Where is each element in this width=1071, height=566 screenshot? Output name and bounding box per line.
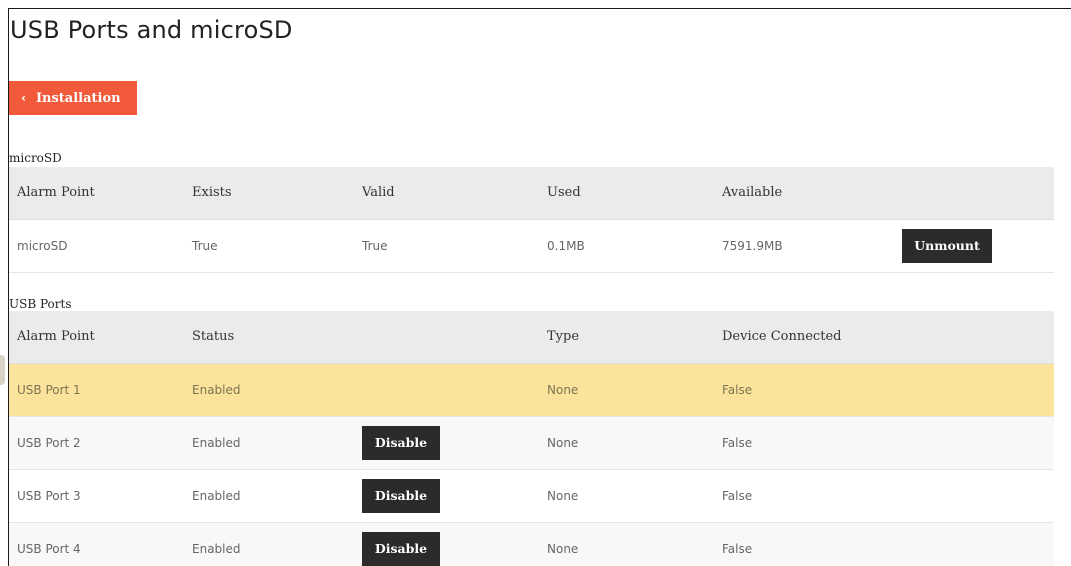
microsd-table: Alarm Point Exists Valid Used Available … bbox=[9, 167, 1054, 273]
page-title: USB Ports and microSD bbox=[10, 16, 293, 44]
status-value: Enabled bbox=[184, 416, 354, 470]
disable-button[interactable]: Disable bbox=[362, 531, 440, 566]
installation-back-button[interactable]: ‹ Installation bbox=[9, 81, 137, 115]
action-cell bbox=[354, 363, 539, 417]
usb-port-link[interactable]: USB Port 3 bbox=[9, 469, 184, 523]
empty-cell bbox=[894, 522, 1054, 566]
usb-port-link[interactable]: USB Port 2 bbox=[9, 416, 184, 470]
available-value: 7591.9MB bbox=[714, 219, 894, 273]
back-button-label: Installation bbox=[35, 90, 121, 106]
column-header: Valid bbox=[354, 167, 539, 220]
disable-button[interactable]: Disable bbox=[362, 425, 440, 460]
column-header-empty bbox=[894, 167, 1054, 220]
device-connected-value: False bbox=[714, 469, 894, 523]
action-cell: Disable bbox=[354, 522, 539, 566]
microsd-header-row: Alarm Point Exists Valid Used Available bbox=[9, 167, 1054, 220]
used-value: 0.1MB bbox=[539, 219, 714, 273]
empty-cell bbox=[894, 469, 1054, 523]
table-row: USB Port 3 Enabled Disable None False bbox=[9, 469, 1054, 523]
action-cell: Disable bbox=[354, 416, 539, 470]
table-row: USB Port 1 Enabled None False bbox=[9, 363, 1054, 417]
column-header: Alarm Point bbox=[9, 167, 184, 220]
column-header: Type bbox=[539, 311, 714, 364]
usb-ports-table: Alarm Point Status Type Device Connected… bbox=[9, 311, 1054, 566]
usb-ports-section-label: USB Ports bbox=[9, 297, 72, 311]
column-header: Used bbox=[539, 167, 714, 220]
valid-value: True bbox=[354, 219, 539, 273]
empty-cell bbox=[894, 363, 1054, 417]
device-connected-value: False bbox=[714, 363, 894, 417]
exists-value: True bbox=[184, 219, 354, 273]
column-header-empty bbox=[894, 311, 1054, 364]
status-value: Enabled bbox=[184, 522, 354, 566]
status-value: Enabled bbox=[184, 363, 354, 417]
status-value: Enabled bbox=[184, 469, 354, 523]
action-cell: Disable bbox=[354, 469, 539, 523]
column-header bbox=[354, 311, 539, 364]
usb-header-row: Alarm Point Status Type Device Connected bbox=[9, 311, 1054, 364]
disable-button[interactable]: Disable bbox=[362, 478, 440, 513]
table-row: microSD True True 0.1MB 7591.9MB Unmount bbox=[9, 219, 1054, 273]
device-connected-value: False bbox=[714, 416, 894, 470]
table-row: USB Port 2 Enabled Disable None False bbox=[9, 416, 1054, 470]
type-value: None bbox=[539, 469, 714, 523]
column-header: Status bbox=[184, 311, 354, 364]
type-value: None bbox=[539, 416, 714, 470]
scroll-handle[interactable] bbox=[0, 355, 5, 385]
microsd-section-label: microSD bbox=[9, 151, 62, 165]
usb-port-link[interactable]: USB Port 1 bbox=[9, 363, 184, 417]
type-value: None bbox=[539, 522, 714, 566]
type-value: None bbox=[539, 363, 714, 417]
chevron-left-icon: ‹ bbox=[21, 91, 26, 105]
usb-port-link[interactable]: USB Port 4 bbox=[9, 522, 184, 566]
table-row: USB Port 4 Enabled Disable None False bbox=[9, 522, 1054, 566]
microsd-link[interactable]: microSD bbox=[9, 219, 184, 273]
column-header: Alarm Point bbox=[9, 311, 184, 364]
column-header: Device Connected bbox=[714, 311, 894, 364]
column-header: Exists bbox=[184, 167, 354, 220]
unmount-button[interactable]: Unmount bbox=[902, 228, 992, 263]
action-cell: Unmount bbox=[894, 219, 1054, 273]
empty-cell bbox=[894, 416, 1054, 470]
device-connected-value: False bbox=[714, 522, 894, 566]
column-header: Available bbox=[714, 167, 894, 220]
